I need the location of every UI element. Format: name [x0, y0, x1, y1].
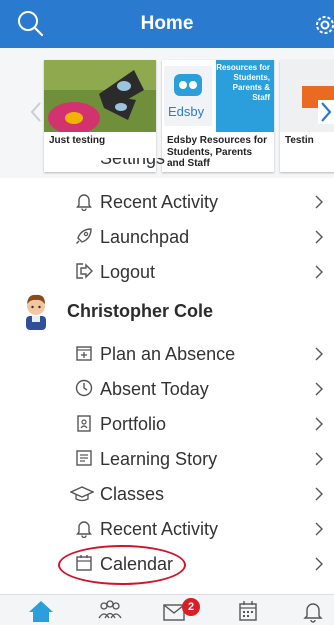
people-icon [98, 600, 122, 619]
menu-item-logout[interactable]: Logout [0, 253, 334, 288]
menu-item-label: Recent Activity [100, 519, 219, 539]
user-section-header: Christopher Cole [0, 288, 334, 332]
menu-item-recent-activity[interactable]: Recent Activity [0, 183, 334, 218]
menu-item-settings[interactable]: Settings [0, 158, 334, 178]
chevron-right-icon [314, 556, 324, 572]
menu-item-label: Classes [100, 484, 165, 504]
rocket-icon [74, 226, 94, 246]
menu-item-learning-story[interactable]: Learning Story [0, 440, 334, 475]
bell-icon [303, 603, 323, 623]
plan-absence-icon [74, 343, 94, 363]
card-caption: Testin [285, 135, 314, 146]
menu-item-classes[interactable]: Classes [0, 475, 334, 510]
chevron-right-icon [314, 194, 324, 210]
portfolio-icon [74, 413, 94, 433]
menu-item-label: Recent Activity [100, 192, 219, 212]
tab-home[interactable] [26, 598, 56, 624]
menu-item-absent-today[interactable]: Absent Today [0, 370, 334, 405]
chevron-right-icon [314, 264, 324, 280]
menu-item-label: Settings [100, 158, 166, 168]
avatar [20, 290, 52, 330]
page-title: Home [140, 13, 194, 34]
learning-story-icon [74, 448, 94, 468]
chevron-right-icon [314, 451, 324, 467]
butterfly-image [44, 60, 156, 132]
bottom-tab-bar: 2 [0, 594, 334, 625]
menu-item-plan-absence[interactable]: Plan an Absence [0, 335, 334, 370]
menu-item-label: Logout [100, 262, 156, 282]
app-header: Home [0, 0, 334, 48]
chevron-right-icon [314, 346, 324, 362]
card-caption: Just testing [49, 135, 106, 146]
carousel-prev-icon[interactable] [28, 100, 44, 124]
chevron-right-icon [314, 229, 324, 245]
edsby-resource-image: Edsby Resources for Students, Parents & … [162, 60, 274, 132]
carousel-card[interactable]: Edsby Resources for Students, Parents & … [162, 60, 274, 172]
menu-item-label: Portfolio [100, 414, 167, 434]
graduation-cap-icon [69, 483, 95, 503]
clock-icon [74, 378, 94, 398]
calendar-highlight-circle [58, 545, 186, 585]
bell-icon [74, 191, 94, 212]
chevron-right-icon [314, 416, 324, 432]
menu-item-label: Plan an Absence [100, 344, 236, 364]
menu-item-label: Launchpad [100, 227, 190, 247]
calendar-grid-icon [239, 601, 257, 621]
carousel-next-icon[interactable] [318, 100, 334, 124]
menu-item-label: Learning Story [100, 449, 218, 469]
home-icon [29, 601, 53, 622]
menu-item-portfolio[interactable]: Portfolio [0, 405, 334, 440]
chevron-right-icon [314, 486, 324, 502]
menu-item-label: Absent Today [100, 379, 209, 399]
resource-banner-text: Resources for Students, Parents & Staff [216, 60, 274, 132]
gear-icon[interactable] [312, 12, 334, 38]
menu-item-launchpad[interactable]: Launchpad [0, 218, 334, 253]
tab-notifications[interactable] [298, 598, 328, 624]
menu-item-recent-activity[interactable]: Recent Activity [0, 510, 334, 545]
user-name: Christopher Cole [67, 301, 214, 321]
unread-badge: 2 [182, 598, 200, 616]
chevron-right-icon [314, 381, 324, 397]
carousel-card[interactable]: Just testing [44, 60, 156, 172]
bell-icon [74, 518, 94, 539]
edsby-logo: Edsby [164, 66, 212, 126]
logout-icon [74, 261, 94, 281]
chevron-right-icon [314, 521, 324, 537]
edsby-logo-text: Edsby [168, 104, 205, 119]
tab-calendar[interactable] [233, 598, 263, 624]
tab-people[interactable] [95, 598, 125, 624]
